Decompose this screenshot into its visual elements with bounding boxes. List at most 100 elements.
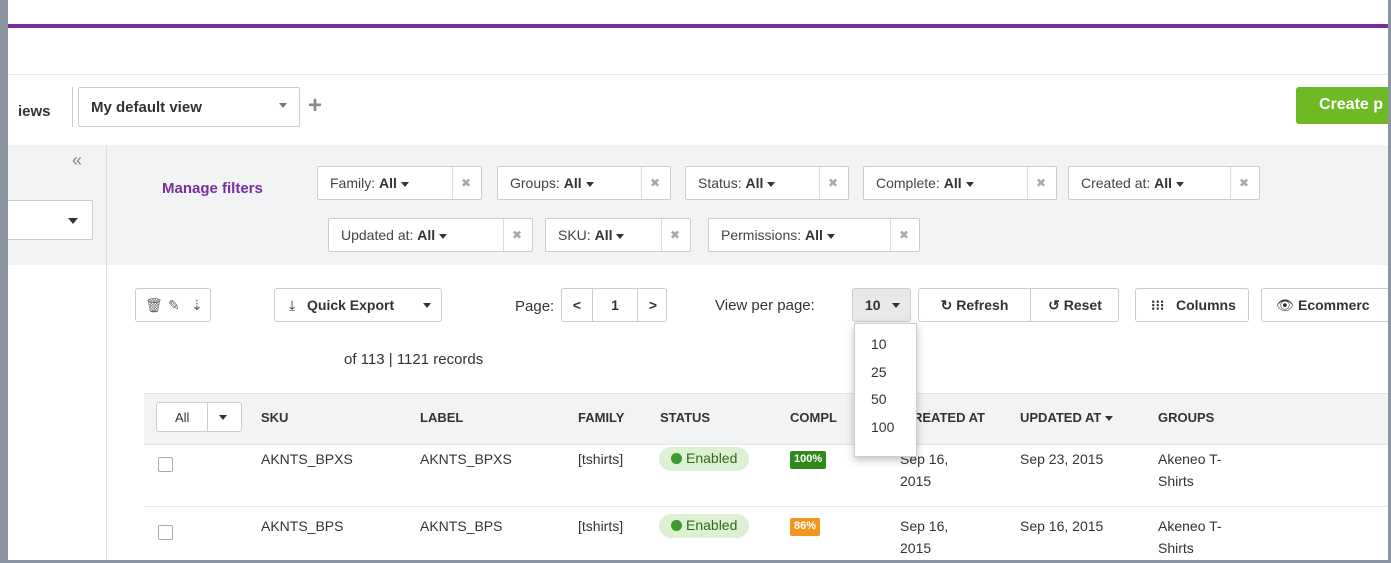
filter-permissions[interactable]: Permissions: All ✖ [708,218,920,252]
column-header-status[interactable]: STATUS [660,410,710,425]
cell-sku: AKNTS_BPS [261,518,344,534]
remove-filter-icon[interactable]: ✖ [1229,167,1259,199]
per-page-option[interactable]: 10 [871,336,887,352]
manage-filters-link[interactable]: Manage filters [162,180,263,197]
chevron-down-icon [585,181,594,187]
eye-icon: 👁 [1276,297,1294,313]
filter-updated-at[interactable]: Updated at: All ✖ [328,218,533,252]
column-header-label[interactable]: LABEL [420,410,463,425]
select-all-dropdown[interactable]: All [156,402,242,432]
columns-button[interactable]: ⁝⁝⁝ Columns [1135,288,1249,322]
remove-filter-icon[interactable]: ✖ [640,167,670,199]
remove-filter-icon[interactable]: ✖ [889,219,919,251]
edit-icon[interactable]: ✎ [168,297,180,314]
cell-family: [tshirts] [578,518,624,534]
cell-updated-at: Sep 16, 2015 [1020,518,1104,534]
status-dot-icon [671,453,682,464]
plus-icon[interactable]: + [308,94,322,118]
cell-created-at-line1: Sep 16, [900,518,949,534]
page-input[interactable]: 1 [593,289,637,321]
chevron-down-icon [423,303,431,308]
refresh-icon: ↻ [940,297,953,313]
filter-complete[interactable]: Complete: All ✖ [863,166,1057,200]
chevron-down-icon [616,233,625,239]
per-page-option[interactable]: 25 [871,364,887,380]
cell-created-at-line2: 2015 [900,540,932,556]
views-divider [72,87,73,127]
reset-icon: ↺ [1048,297,1060,313]
columns-icon: ⁝⁝⁝ [1151,297,1165,313]
filter-status-label[interactable]: Status: All [686,167,820,199]
column-header-complete[interactable]: COMPL [790,410,837,425]
app-window: iews My default view + Create p « Manage… [8,0,1388,560]
views-label: iews [18,103,51,120]
next-page-icon[interactable]: > [637,289,668,321]
cell-groups-line1: Akeneo T- [1158,518,1222,534]
per-page-option[interactable]: 100 [871,419,894,435]
previous-page-icon[interactable]: < [562,289,593,321]
tree-selector[interactable] [8,200,93,240]
trash-icon[interactable]: 🗑 [145,297,163,314]
view-selector[interactable]: My default view [78,87,300,127]
cell-groups-line2: Shirts [1158,473,1194,489]
filter-complete-label[interactable]: Complete: All [864,167,1028,199]
chevron-down-icon [826,233,835,239]
select-all-divider [207,403,208,431]
pagination-control: < 1 > [561,288,667,322]
mass-actions-group: 🗑 ✎ ⇣ [135,288,211,322]
create-product-button[interactable]: Create p [1296,87,1388,124]
filter-status[interactable]: Status: All ✖ [685,166,849,200]
remove-filter-icon[interactable]: ✖ [660,219,690,251]
download-icon: ⤓ [289,297,296,313]
filter-family-label[interactable]: Family: All [318,167,453,199]
filter-created-at[interactable]: Created at: All ✖ [1068,166,1260,200]
filter-sku-label[interactable]: SKU: All [546,219,662,251]
quick-export-button[interactable]: ⤓ Quick Export [274,288,442,322]
sort-icon[interactable]: ⇣ [191,297,203,314]
ecommerce-scope-button[interactable]: 👁 Ecommerc [1261,288,1388,322]
cell-groups-line1: Akeneo T- [1158,451,1222,467]
reset-button[interactable]: ↺ Reset [1031,289,1119,321]
filter-groups-label[interactable]: Groups: All [498,167,642,199]
status-badge: Enabled [659,514,750,538]
filter-created-at-label[interactable]: Created at: All [1069,167,1231,199]
chevron-down-icon [219,415,227,420]
filter-sku[interactable]: SKU: All ✖ [545,218,691,252]
per-page-option[interactable]: 50 [871,391,887,407]
status-badge: Enabled [659,447,750,471]
filter-updated-at-label[interactable]: Updated at: All [329,219,504,251]
cell-created-at-line2: 2015 [900,473,932,489]
filter-family[interactable]: Family: All ✖ [317,166,482,200]
filter-groups[interactable]: Groups: All ✖ [497,166,671,200]
remove-filter-icon[interactable]: ✖ [451,167,481,199]
cell-sku: AKNTS_BPXS [261,451,353,467]
remove-filter-icon[interactable]: ✖ [502,219,532,251]
column-header-groups[interactable]: GROUPS [1158,410,1214,425]
page-label: Page: [515,298,555,315]
column-header-created-at[interactable]: REATED AT [913,410,985,425]
column-header-sku[interactable]: SKU [261,410,288,425]
chevron-down-icon [279,103,287,108]
row-checkbox[interactable] [158,525,173,540]
row-checkbox[interactable] [158,457,173,472]
view-per-page-value: 10 [865,297,881,313]
sort-desc-icon [1105,416,1113,422]
view-per-page-label: View per page: [715,297,815,314]
column-header-family[interactable]: FAMILY [578,410,624,425]
quick-export-label: Quick Export [307,297,395,313]
remove-filter-icon[interactable]: ✖ [1026,167,1056,199]
cell-label: AKNTS_BPXS [420,451,512,467]
filter-permissions-label[interactable]: Permissions: All [709,219,891,251]
column-header-updated-at[interactable]: UPDATED AT [1020,410,1113,425]
ecommerce-label: Ecommerc [1298,297,1370,313]
view-per-page-select[interactable]: 10 [852,288,911,322]
chevron-down-icon [439,233,448,239]
top-header [8,28,1388,75]
collapse-panel-icon[interactable]: « [72,150,82,171]
cell-updated-at: Sep 23, 2015 [1020,451,1104,467]
refresh-button[interactable]: ↻ Refresh [919,289,1031,321]
view-selector-label: My default view [91,99,202,116]
per-page-dropdown: 10 25 50 100 [854,323,917,457]
cell-groups-line2: Shirts [1158,540,1194,556]
remove-filter-icon[interactable]: ✖ [818,167,848,199]
